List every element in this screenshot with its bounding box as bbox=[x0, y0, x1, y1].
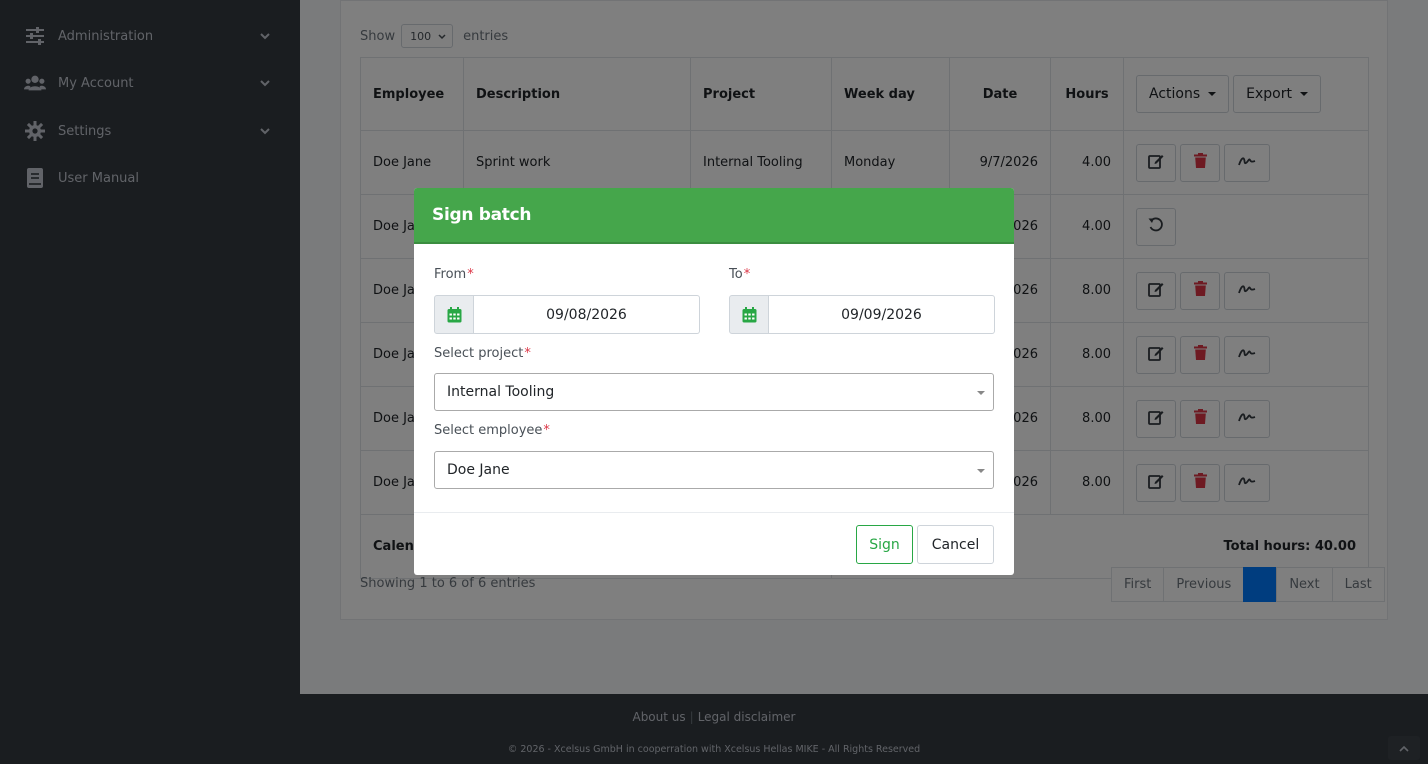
employee-label-text: Select employee bbox=[434, 423, 543, 438]
from-date-input[interactable]: 09/08/2026 bbox=[474, 295, 700, 334]
modal-footer: Sign Cancel bbox=[414, 512, 1014, 575]
required-mark: * bbox=[743, 267, 751, 282]
to-date-input[interactable]: 09/09/2026 bbox=[769, 295, 995, 334]
employee-select-value: Doe Jane bbox=[447, 462, 510, 478]
project-select[interactable]: Internal Tooling bbox=[434, 373, 994, 411]
project-label: Select project* bbox=[434, 346, 531, 361]
required-mark: * bbox=[524, 346, 531, 361]
employee-label: Select employee* bbox=[434, 423, 550, 438]
calendar-icon[interactable] bbox=[434, 295, 474, 334]
calendar-icon[interactable] bbox=[729, 295, 769, 334]
to-date-group: 09/09/2026 bbox=[729, 295, 995, 334]
sign-batch-modal: Sign batch From* 09/08/2026 To* 09/09/20… bbox=[414, 188, 1014, 575]
from-label-text: From bbox=[434, 267, 467, 282]
caret-down-icon bbox=[977, 391, 985, 395]
sign-button[interactable]: Sign bbox=[856, 525, 913, 564]
modal-body: From* 09/08/2026 To* 09/09/2026 Select p… bbox=[414, 244, 1014, 512]
modal-title: Sign batch bbox=[432, 205, 532, 225]
project-label-text: Select project bbox=[434, 346, 524, 361]
to-label: To* bbox=[729, 267, 750, 282]
modal-header: Sign batch bbox=[414, 188, 1014, 244]
to-label-text: To bbox=[729, 267, 743, 282]
from-date-group: 09/08/2026 bbox=[434, 295, 700, 334]
employee-select[interactable]: Doe Jane bbox=[434, 451, 994, 489]
required-mark: * bbox=[543, 423, 550, 438]
caret-down-icon bbox=[977, 469, 985, 473]
project-select-value: Internal Tooling bbox=[447, 384, 555, 400]
required-mark: * bbox=[467, 267, 474, 282]
cancel-button[interactable]: Cancel bbox=[917, 525, 994, 564]
from-label: From* bbox=[434, 267, 474, 282]
